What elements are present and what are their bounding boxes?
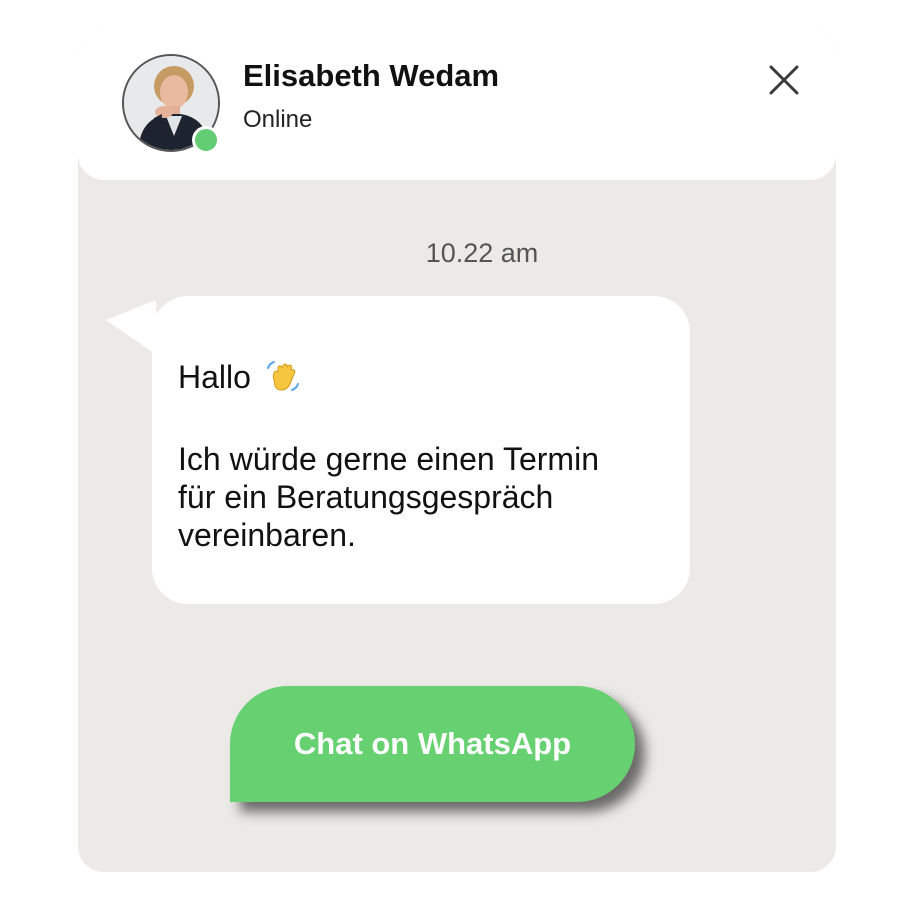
message-greeting-line: Hallo: [178, 358, 664, 402]
close-button[interactable]: [762, 58, 806, 102]
chat-header: Elisabeth Wedam Online: [78, 28, 836, 180]
message-timestamp: 10.22 am: [425, 238, 539, 268]
contact-status: Online: [243, 106, 313, 133]
message-bubble: Hallo Ich würde gerne einen Termin für e…: [152, 296, 690, 604]
waving-hand-icon: [266, 360, 300, 402]
chat-widget: Elisabeth Wedam Online 10.22 am Hallo Ic…: [78, 28, 836, 872]
message-line: für ein Beratungsgespräch: [178, 479, 554, 515]
message-line: vereinbaren.: [178, 517, 356, 553]
message-paragraph-gap: [178, 402, 664, 440]
online-status-indicator: [192, 126, 220, 154]
message-line: Ich würde gerne einen Termin: [178, 441, 599, 477]
chat-on-whatsapp-button[interactable]: Chat on WhatsApp: [230, 686, 635, 802]
contact-name: Elisabeth Wedam: [243, 58, 500, 93]
message-greeting: Hallo: [178, 359, 251, 395]
close-icon: [769, 65, 799, 95]
avatar: [122, 54, 220, 154]
